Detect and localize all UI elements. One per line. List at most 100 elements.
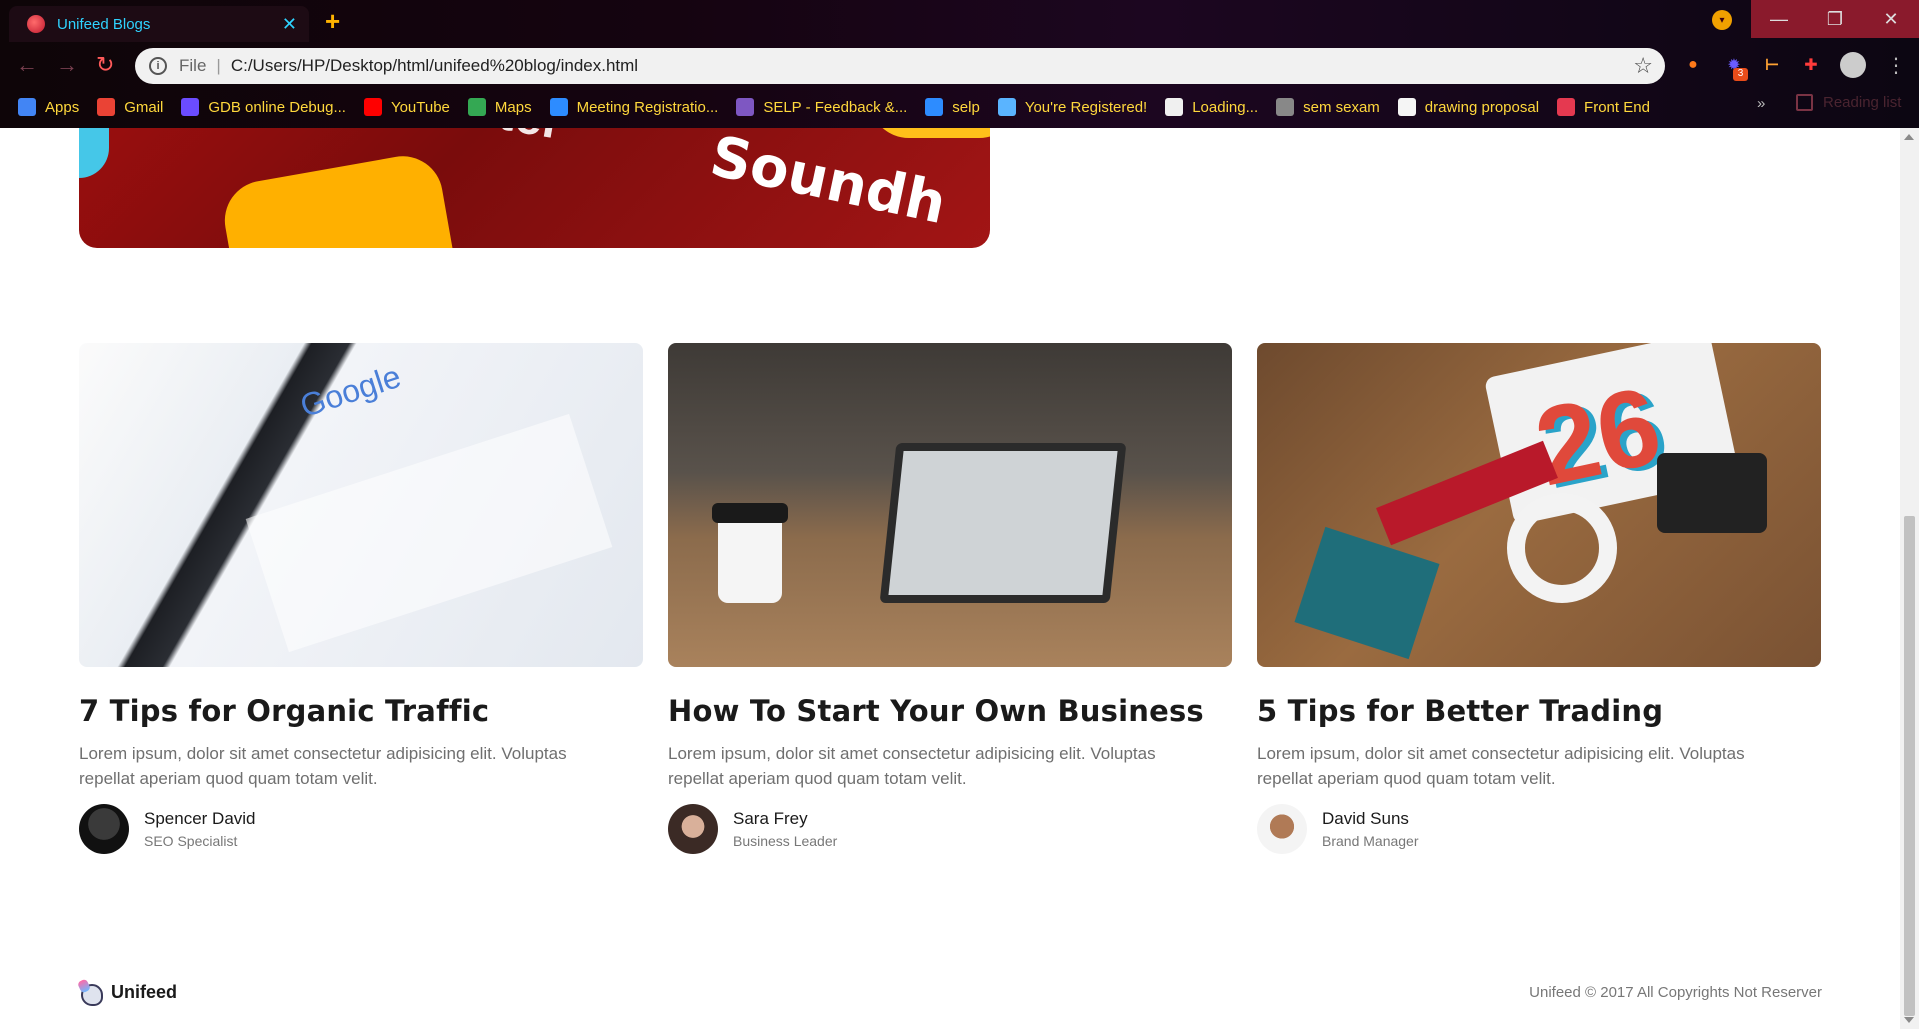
post-excerpt: Lorem ipsum, dolor sit amet consectetur … xyxy=(1257,744,1745,788)
image-detail xyxy=(712,503,788,523)
gear-icon xyxy=(997,98,1016,116)
author-role: SEO Specialist xyxy=(144,833,238,849)
post-title[interactable]: 5 Tips for Better Trading xyxy=(1257,694,1821,728)
author-name: Spencer David xyxy=(144,809,256,828)
minimize-button[interactable]: — xyxy=(1751,0,1807,38)
post-author: Spencer David SEO Specialist xyxy=(79,804,643,854)
bookmark-label: Front End xyxy=(1584,98,1650,116)
bolt-icon xyxy=(181,98,200,116)
scroll-up-icon[interactable] xyxy=(1904,134,1914,140)
bookmark-item[interactable]: Apps xyxy=(18,98,79,116)
page-icon xyxy=(1165,98,1184,116)
close-icon[interactable]: ✕ xyxy=(282,14,297,35)
footer: Unifeed Unifeed © 2017 All Copyrights No… xyxy=(79,980,1822,1006)
browser-tab[interactable]: Unifeed Blogs ✕ xyxy=(9,6,309,42)
vertical-scrollbar[interactable] xyxy=(1900,128,1919,1029)
post-image[interactable] xyxy=(668,343,1232,667)
blog-card[interactable]: How To Start Your Own Business Lorem ips… xyxy=(668,343,1232,854)
bookmark-star-icon[interactable]: ☆ xyxy=(1633,53,1653,79)
youtube-icon xyxy=(363,98,382,116)
bookmark-item[interactable]: YouTube xyxy=(363,98,450,116)
bookmark-label: Apps xyxy=(45,98,80,116)
post-title[interactable]: 7 Tips for Organic Traffic xyxy=(79,694,643,728)
maps-icon xyxy=(467,98,486,116)
unicorn-logo-icon xyxy=(79,980,105,1006)
image-detail: Google xyxy=(295,357,406,425)
image-detail: 26 xyxy=(1525,363,1671,510)
extension-icon[interactable]: ● xyxy=(1682,54,1704,76)
restore-button[interactable]: ❐ xyxy=(1807,0,1863,38)
extension-icon[interactable]: ⊢ xyxy=(1761,54,1783,76)
camera-icon xyxy=(1276,98,1295,116)
reading-list-label: Reading list xyxy=(1823,94,1902,111)
image-detail xyxy=(1657,453,1767,533)
bookmark-item[interactable]: drawing proposal xyxy=(1397,98,1540,116)
globe-icon xyxy=(1557,98,1576,116)
bookmark-label: Maps xyxy=(494,98,532,116)
bookmark-item[interactable]: Meeting Registratio... xyxy=(549,98,718,116)
puzzle-icon[interactable]: ✚ xyxy=(1800,54,1822,76)
tab-favicon-icon xyxy=(27,15,45,33)
image-detail xyxy=(879,443,1127,603)
bookmark-item[interactable]: sem sexam xyxy=(1276,98,1380,116)
post-author: David Suns Brand Manager xyxy=(1257,804,1821,854)
zoom-icon xyxy=(549,98,568,116)
post-excerpt: Lorem ipsum, dolor sit amet consectetur … xyxy=(79,744,567,788)
form-icon xyxy=(736,98,755,116)
post-excerpt: Lorem ipsum, dolor sit amet consectetur … xyxy=(668,744,1156,788)
scroll-down-icon[interactable] xyxy=(1904,1017,1914,1023)
bookmark-item[interactable]: SELP - Feedback &... xyxy=(736,98,907,116)
bookmark-label: SELP - Feedback &... xyxy=(763,98,908,116)
avatar xyxy=(1257,804,1307,854)
author-name: David Suns xyxy=(1322,809,1409,828)
post-image[interactable]: 26 xyxy=(1257,343,1821,667)
bookmark-item[interactable]: Maps xyxy=(467,98,532,116)
bookmark-item[interactable]: Gmail xyxy=(97,98,163,116)
forward-arrow-icon[interactable]: → xyxy=(56,52,78,78)
reading-list-button[interactable]: Reading list xyxy=(1796,94,1901,111)
address-bar[interactable]: i File | C:/Users/HP/Desktop/html/unifee… xyxy=(135,48,1665,84)
more-menu-icon[interactable]: ⋮ xyxy=(1885,54,1907,77)
blog-card[interactable]: 26 5 Tips for Better Trading Lorem ipsum… xyxy=(1257,343,1821,854)
bookmark-label: You're Registered! xyxy=(1024,98,1148,116)
more-bookmarks-icon[interactable]: » xyxy=(1757,95,1765,112)
blog-cards: Google 7 Tips for Organic Traffic Lorem … xyxy=(79,343,1821,854)
profile-chevron-icon[interactable]: ▾ xyxy=(1712,10,1732,30)
url-text[interactable]: C:/Users/HP/Desktop/html/unifeed%20blog/… xyxy=(231,56,638,76)
reload-icon[interactable]: ↻ xyxy=(96,52,114,78)
page-content: ter Soundh Google 7 Tips for Organic Tra… xyxy=(0,128,1900,1029)
bookmark-item[interactable]: selp xyxy=(925,98,980,116)
avatar xyxy=(79,804,129,854)
bookmark-label: drawing proposal xyxy=(1424,98,1540,116)
blog-card[interactable]: Google 7 Tips for Organic Traffic Lorem … xyxy=(79,343,643,854)
bookmark-item[interactable]: Front End xyxy=(1557,98,1650,116)
bookmark-item[interactable]: You're Registered! xyxy=(997,98,1148,116)
footer-logo[interactable]: Unifeed xyxy=(79,980,178,1006)
copyright-text: Unifeed © 2017 All Copyrights Not Reserv… xyxy=(1529,983,1822,1001)
author-name: Sara Frey xyxy=(733,809,808,828)
image-detail xyxy=(218,149,460,248)
tab-title: Unifeed Blogs xyxy=(57,15,151,33)
profile-avatar[interactable] xyxy=(1840,52,1866,78)
brand-name: Unifeed xyxy=(111,981,178,1002)
url-separator: | xyxy=(216,56,221,75)
extension-badge: 3 xyxy=(1733,68,1748,81)
gmail-icon xyxy=(97,98,116,116)
featured-image[interactable]: ter Soundh xyxy=(79,128,990,248)
new-tab-button[interactable]: + xyxy=(325,6,340,37)
bookmark-label: Loading... xyxy=(1192,98,1259,116)
image-detail xyxy=(79,128,109,178)
image-detail: Soundh xyxy=(704,128,952,238)
avatar xyxy=(668,804,718,854)
back-arrow-icon[interactable]: ← xyxy=(16,52,38,78)
window-close-button[interactable]: ✕ xyxy=(1863,0,1919,38)
bookmark-item[interactable]: Loading... xyxy=(1165,98,1258,116)
post-image[interactable]: Google xyxy=(79,343,643,667)
post-title[interactable]: How To Start Your Own Business xyxy=(668,694,1232,728)
scrollbar-thumb[interactable] xyxy=(1904,516,1915,1016)
info-icon[interactable]: i xyxy=(149,57,167,75)
bookmark-item[interactable]: GDB online Debug... xyxy=(181,98,346,116)
bookmark-label: YouTube xyxy=(390,98,450,116)
bookmarks-bar: Apps Gmail GDB online Debug... YouTube Maps M… xyxy=(0,94,1650,120)
post-author: Sara Frey Business Leader xyxy=(668,804,1232,854)
